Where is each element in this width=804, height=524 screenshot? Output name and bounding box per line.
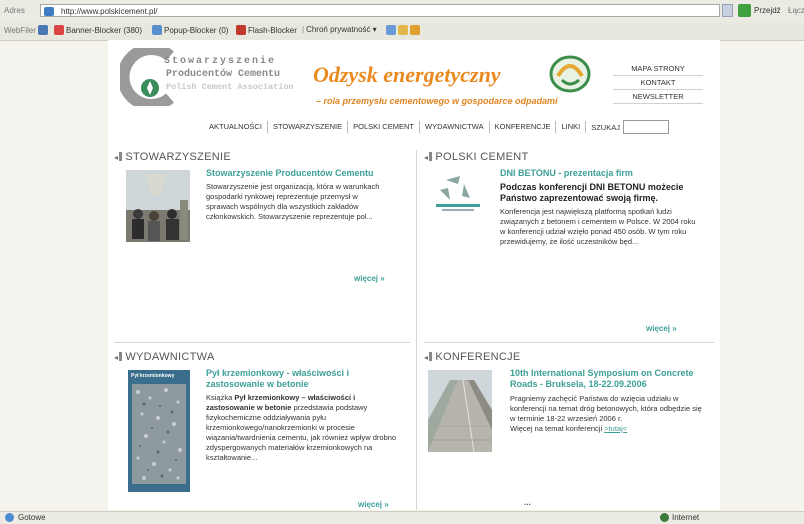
article-headline[interactable]: 10th International Symposium on Concrete… [510, 368, 706, 390]
org-name-line-2: Producentów Cementu [166, 69, 281, 80]
section-wydawnictwa: ◂ WYDAWNICTWA Pył krzemionkowy Pył krzem… [114, 350, 410, 510]
nav-stowarzyszenie[interactable]: STOWARZYSZENIE [268, 121, 349, 133]
org-name-line-3: Polish Cement Association [166, 82, 294, 92]
status-text: Gotowe [18, 513, 46, 522]
section-heading: ◂ STOWARZYSZENIE [114, 151, 231, 163]
org-name-line-1: Stowarzyszenie [164, 56, 277, 67]
article-body: Stowarzyszenie jest organizacją, która w… [206, 182, 380, 221]
go-arrow-icon[interactable] [738, 4, 751, 17]
article-body: Książka Pył krzemionkowy – właściwości i… [206, 393, 397, 462]
web-page: Stowarzyszenie Producentów Cementu Polis… [108, 40, 720, 510]
members-photo [126, 170, 190, 242]
toolbar-label: WebFiler [4, 26, 36, 35]
main-nav: AKTUALNOŚCI STOWARZYSZENIE POLSKI CEMENT… [204, 120, 669, 134]
section-stowarzyszenie: ◂ STOWARZYSZENIE Stowarzyszenie Producent… [114, 150, 410, 338]
article-headline[interactable]: DNI BETONU - prezentacja firm [500, 168, 700, 179]
section-heading: ◂ KONFERENCJE [424, 351, 521, 363]
ie-page-icon [44, 7, 54, 16]
more-link[interactable]: więcej » [354, 274, 385, 283]
newsletter-link[interactable]: NEWSLETTER [613, 90, 703, 104]
more-link[interactable]: więcej » [358, 500, 389, 509]
section-ellipsis: ... [524, 498, 531, 507]
article-lead: Podczas konferencji DNI BETONU możecie P… [500, 182, 684, 203]
flash-blocker-button[interactable]: Flash-Blocker [236, 25, 297, 35]
links-label[interactable]: Łącza [788, 6, 804, 15]
url-input[interactable]: http://www.polskicement.pl/ [40, 4, 720, 17]
folder-icon [398, 25, 408, 35]
flash-blocker-icon [236, 25, 246, 35]
url-dropdown-button[interactable] [722, 4, 733, 17]
section-divider-left [114, 342, 410, 343]
article-headline[interactable]: Pył krzemionkowy - właściwości i zastoso… [206, 368, 402, 390]
top-links: MAPA STRONY KONTAKT NEWSLETTER [613, 62, 703, 104]
contact-link[interactable]: KONTAKT [613, 76, 703, 90]
popup-blocker-icon [152, 25, 162, 35]
address-label: Adres [4, 6, 25, 15]
section-polski-cement: ◂ POLSKI CEMENT DNI BETONU - prezentacja … [424, 150, 714, 338]
article-headline[interactable]: Stowarzyszenie Producentów Cementu [206, 168, 390, 179]
concrete-road-photo [428, 370, 492, 452]
section-heading: ◂ POLSKI CEMENT [424, 151, 529, 163]
article-body: Konferencja jest największą platformą sp… [500, 207, 696, 246]
book-cover[interactable]: Pył krzemionkowy [128, 370, 190, 492]
conference-more-line: Więcej na temat konferencji >tutaj< [510, 424, 628, 433]
nav-polski-cement[interactable]: POLSKI CEMENT [348, 121, 420, 133]
status-bar: Gotowe Internet [0, 511, 804, 524]
banner-blocker-button[interactable]: Banner-Blocker (380) [54, 25, 142, 35]
go-button[interactable]: Przejdź [754, 6, 781, 15]
article-body: Pragniemy zachęcić Państwa do wzięcia ud… [510, 394, 702, 423]
star-icon [410, 25, 420, 35]
internet-zone-icon [660, 513, 669, 522]
more-link[interactable]: więcej » [646, 324, 677, 333]
toolbar-extra-icons[interactable] [386, 25, 420, 35]
conference-here-link[interactable]: >tutaj< [604, 424, 627, 433]
book-cover-title: Pył krzemionkowy [131, 373, 175, 379]
search-label: SZUKAJ [591, 122, 620, 132]
banner-blocker-icon [54, 25, 64, 35]
recycling-globe-icon [549, 55, 591, 93]
nav-wydawnictwa[interactable]: WYDAWNICTWA [420, 121, 490, 133]
nav-linki[interactable]: LINKI [556, 121, 587, 133]
search-input[interactable] [622, 120, 669, 134]
page-icon [386, 25, 396, 35]
dni-betonu-logo-icon [428, 170, 486, 216]
section-konferencje: ◂ KONFERENCJE 10th International Symposiu… [424, 350, 714, 510]
book-cover-texture [132, 384, 186, 484]
nav-aktualnosci[interactable]: AKTUALNOŚCI [204, 121, 268, 133]
section-heading: ◂ WYDAWNICTWA [114, 351, 215, 363]
nav-konferencje[interactable]: KONFERENCJE [490, 121, 557, 133]
section-divider-right [424, 342, 714, 343]
page-status-icon [5, 513, 14, 522]
site-map-link[interactable]: MAPA STRONY [613, 62, 703, 76]
popup-blocker-button[interactable]: Popup-Blocker (0) [152, 25, 228, 35]
banner-subtitle: – rola przemysłu cementowego w gospodarc… [316, 96, 558, 106]
banner-title[interactable]: Odzysk energetyczny [313, 62, 501, 88]
privacy-button[interactable]: | Chroń prywatność ▾ [302, 25, 377, 34]
column-divider [416, 150, 417, 510]
address-bar: Adres http://www.polskicement.pl/ Przejd… [0, 0, 804, 23]
zone-text: Internet [672, 513, 700, 522]
toolbar-settings-icon[interactable] [38, 25, 48, 35]
url-text: http://www.polskicement.pl/ [61, 7, 158, 16]
blocker-toolbar: WebFiler Banner-Blocker (380) Popup-Bloc… [0, 22, 804, 41]
